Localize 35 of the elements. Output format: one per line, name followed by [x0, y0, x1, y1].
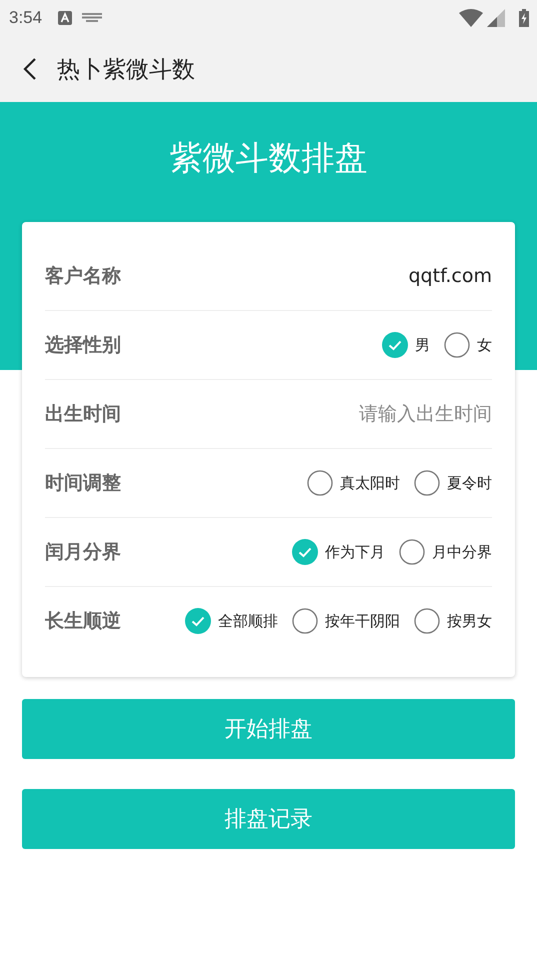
battery-charging-icon — [519, 9, 529, 27]
input-field[interactable]: 请输入出生时间 — [242, 403, 492, 425]
radio-option[interactable]: 女 — [444, 332, 492, 358]
radio-button[interactable] — [382, 332, 408, 358]
field-label: 出生时间 — [45, 402, 121, 427]
field-label: 时间调整 — [45, 471, 121, 496]
radio-option[interactable]: 全部顺排 — [185, 608, 278, 634]
input-field[interactable]: qqtf.com — [242, 265, 492, 287]
radio-option[interactable]: 按年干阴阳 — [292, 608, 400, 634]
field-label: 长生顺逆 — [45, 609, 121, 634]
field-label: 闰月分界 — [45, 540, 121, 565]
wifi-icon — [459, 9, 483, 27]
radio-button[interactable] — [414, 470, 440, 496]
radio-button[interactable] — [399, 539, 425, 565]
keyboard-icon — [82, 13, 102, 23]
radio-button[interactable] — [414, 608, 440, 634]
app-title: 热卜紫微斗数 — [57, 56, 195, 84]
radio-button[interactable] — [292, 608, 318, 634]
field-label: 客户名称 — [45, 264, 121, 289]
back-icon[interactable] — [23, 57, 37, 81]
radio-option[interactable]: 男 — [382, 332, 430, 358]
radio-option[interactable]: 真太阳时 — [307, 470, 400, 496]
radio-option[interactable]: 作为下月 — [292, 539, 385, 565]
radio-option[interactable]: 月中分界 — [399, 539, 492, 565]
radio-button[interactable] — [292, 539, 318, 565]
radio-option[interactable]: 夏令时 — [414, 470, 492, 496]
signal-icon — [487, 9, 505, 27]
radio-button[interactable] — [444, 332, 470, 358]
page-heading: 紫微斗数排盘 — [168, 137, 368, 179]
clock: 3:54 — [9, 8, 42, 28]
keyboard-language-icon — [58, 11, 72, 25]
field-label: 选择性别 — [45, 333, 121, 358]
radio-button[interactable] — [185, 608, 211, 634]
radio-button[interactable] — [307, 470, 333, 496]
radio-option[interactable]: 按男女 — [414, 608, 492, 634]
